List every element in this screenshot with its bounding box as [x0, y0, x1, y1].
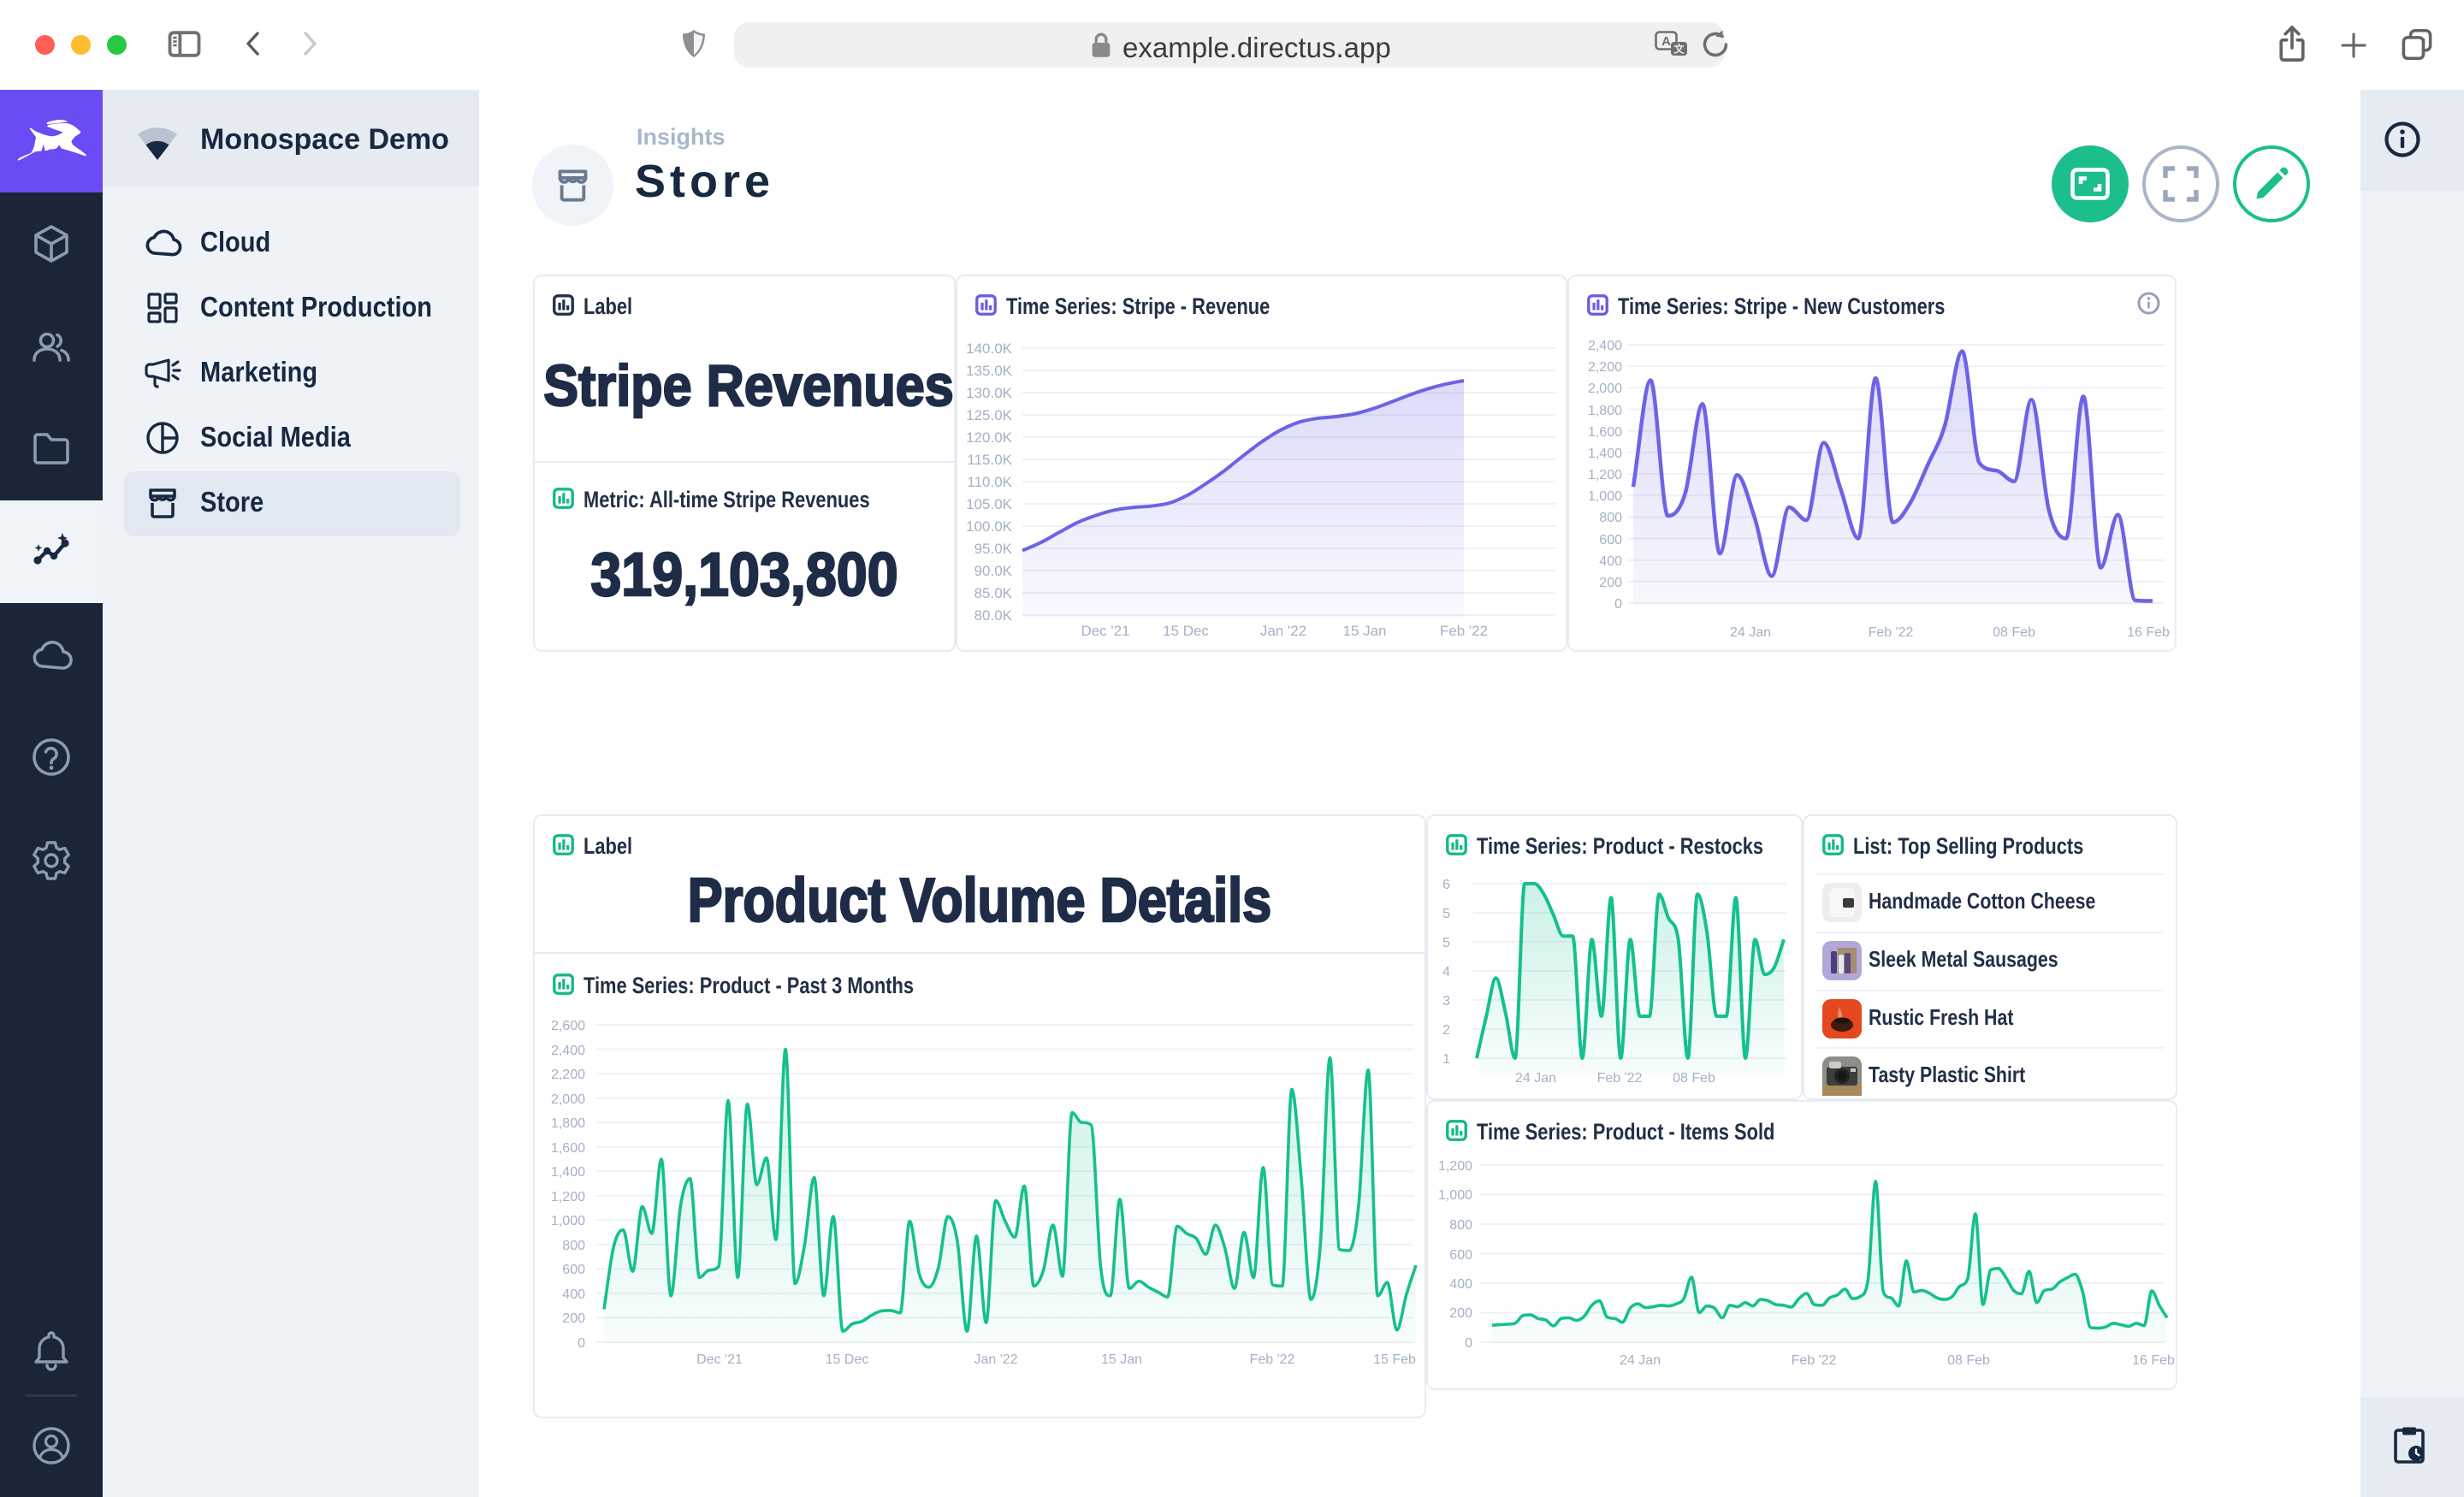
- svg-text:800: 800: [562, 1239, 585, 1253]
- svg-text:85.0K: 85.0K: [974, 585, 1013, 601]
- svg-text:140.0K: 140.0K: [966, 340, 1013, 357]
- svg-text:1,200: 1,200: [1438, 1159, 1472, 1174]
- svg-text:15 Dec: 15 Dec: [826, 1352, 869, 1367]
- svg-text:24 Jan: 24 Jan: [1620, 1353, 1661, 1368]
- svg-text:1,000: 1,000: [1438, 1188, 1472, 1203]
- svg-text:15 Dec: 15 Dec: [1163, 623, 1209, 639]
- svg-text:400: 400: [1449, 1277, 1472, 1292]
- svg-text:800: 800: [1599, 511, 1622, 525]
- svg-text:5: 5: [1442, 936, 1450, 950]
- svg-text:Feb '22: Feb '22: [1869, 625, 1914, 640]
- svg-text:200: 200: [1449, 1306, 1472, 1321]
- svg-text:200: 200: [1599, 576, 1622, 590]
- svg-text:08 Feb: 08 Feb: [1993, 625, 2035, 640]
- svg-text:0: 0: [578, 1336, 585, 1351]
- svg-text:Dec '21: Dec '21: [1081, 623, 1129, 639]
- svg-text:2,200: 2,200: [1588, 360, 1622, 375]
- svg-text:125.0K: 125.0K: [966, 407, 1013, 423]
- svg-text:Dec '21: Dec '21: [696, 1352, 743, 1367]
- svg-text:1,200: 1,200: [1588, 468, 1622, 482]
- svg-text:130.0K: 130.0K: [966, 385, 1013, 401]
- svg-text:15 Feb: 15 Feb: [1373, 1352, 1416, 1367]
- svg-text:120.0K: 120.0K: [966, 429, 1013, 446]
- svg-text:3: 3: [1442, 994, 1450, 1009]
- svg-text:600: 600: [1599, 533, 1622, 547]
- svg-text:1,400: 1,400: [551, 1165, 585, 1180]
- svg-text:80.0K: 80.0K: [974, 607, 1013, 624]
- svg-text:08 Feb: 08 Feb: [1673, 1071, 1715, 1086]
- svg-text:0: 0: [1465, 1336, 1472, 1351]
- svg-text:1,400: 1,400: [1588, 447, 1622, 461]
- svg-text:0: 0: [1614, 597, 1622, 612]
- svg-text:24 Jan: 24 Jan: [1730, 625, 1771, 640]
- svg-text:1,000: 1,000: [1588, 489, 1622, 504]
- svg-text:2,400: 2,400: [551, 1044, 585, 1058]
- svg-text:Feb '22: Feb '22: [1440, 623, 1488, 639]
- svg-text:1,200: 1,200: [551, 1190, 585, 1204]
- svg-text:1,800: 1,800: [1588, 404, 1622, 418]
- svg-text:400: 400: [1599, 554, 1622, 569]
- svg-text:A: A: [1661, 34, 1671, 49]
- svg-text:1,600: 1,600: [551, 1141, 585, 1156]
- svg-text:2,600: 2,600: [551, 1019, 585, 1033]
- svg-text:16 Feb: 16 Feb: [2127, 625, 2170, 640]
- svg-text:5: 5: [1442, 907, 1450, 921]
- svg-text:2,000: 2,000: [551, 1092, 585, 1107]
- svg-text:115.0K: 115.0K: [967, 452, 1012, 468]
- svg-text:1,000: 1,000: [551, 1214, 585, 1228]
- svg-text:Feb '22: Feb '22: [1792, 1353, 1837, 1368]
- svg-text:08 Feb: 08 Feb: [1947, 1353, 1990, 1368]
- svg-text:16 Feb: 16 Feb: [2132, 1353, 2175, 1368]
- svg-text:6: 6: [1442, 878, 1450, 892]
- svg-text:135.0K: 135.0K: [966, 363, 1013, 379]
- svg-text:1,600: 1,600: [1588, 425, 1622, 440]
- svg-text:4: 4: [1442, 965, 1450, 979]
- svg-text:600: 600: [1449, 1248, 1472, 1263]
- svg-text:1,800: 1,800: [551, 1116, 585, 1131]
- svg-text:110.0K: 110.0K: [967, 474, 1012, 490]
- svg-text:100.0K: 100.0K: [966, 518, 1013, 535]
- svg-text:2,200: 2,200: [551, 1068, 585, 1082]
- svg-text:95.0K: 95.0K: [974, 541, 1013, 557]
- svg-text:400: 400: [562, 1287, 585, 1302]
- svg-text:15 Jan: 15 Jan: [1342, 623, 1386, 639]
- svg-text:1: 1: [1442, 1052, 1450, 1067]
- svg-text:Feb '22: Feb '22: [1597, 1071, 1643, 1086]
- svg-text:15 Jan: 15 Jan: [1101, 1352, 1142, 1367]
- svg-text:Feb '22: Feb '22: [1250, 1352, 1295, 1367]
- svg-text:2,000: 2,000: [1588, 382, 1622, 396]
- svg-text:2,400: 2,400: [1588, 339, 1622, 353]
- svg-text:105.0K: 105.0K: [966, 496, 1013, 512]
- svg-text:90.0K: 90.0K: [974, 563, 1013, 579]
- svg-text:200: 200: [562, 1311, 585, 1326]
- svg-text:2: 2: [1442, 1023, 1450, 1038]
- svg-text:600: 600: [562, 1263, 585, 1277]
- svg-text:24 Jan: 24 Jan: [1515, 1071, 1556, 1086]
- svg-text:Jan '22: Jan '22: [974, 1352, 1017, 1367]
- svg-text:800: 800: [1449, 1218, 1472, 1233]
- svg-text:Jan '22: Jan '22: [1260, 623, 1306, 639]
- svg-text:文: 文: [1673, 43, 1685, 56]
